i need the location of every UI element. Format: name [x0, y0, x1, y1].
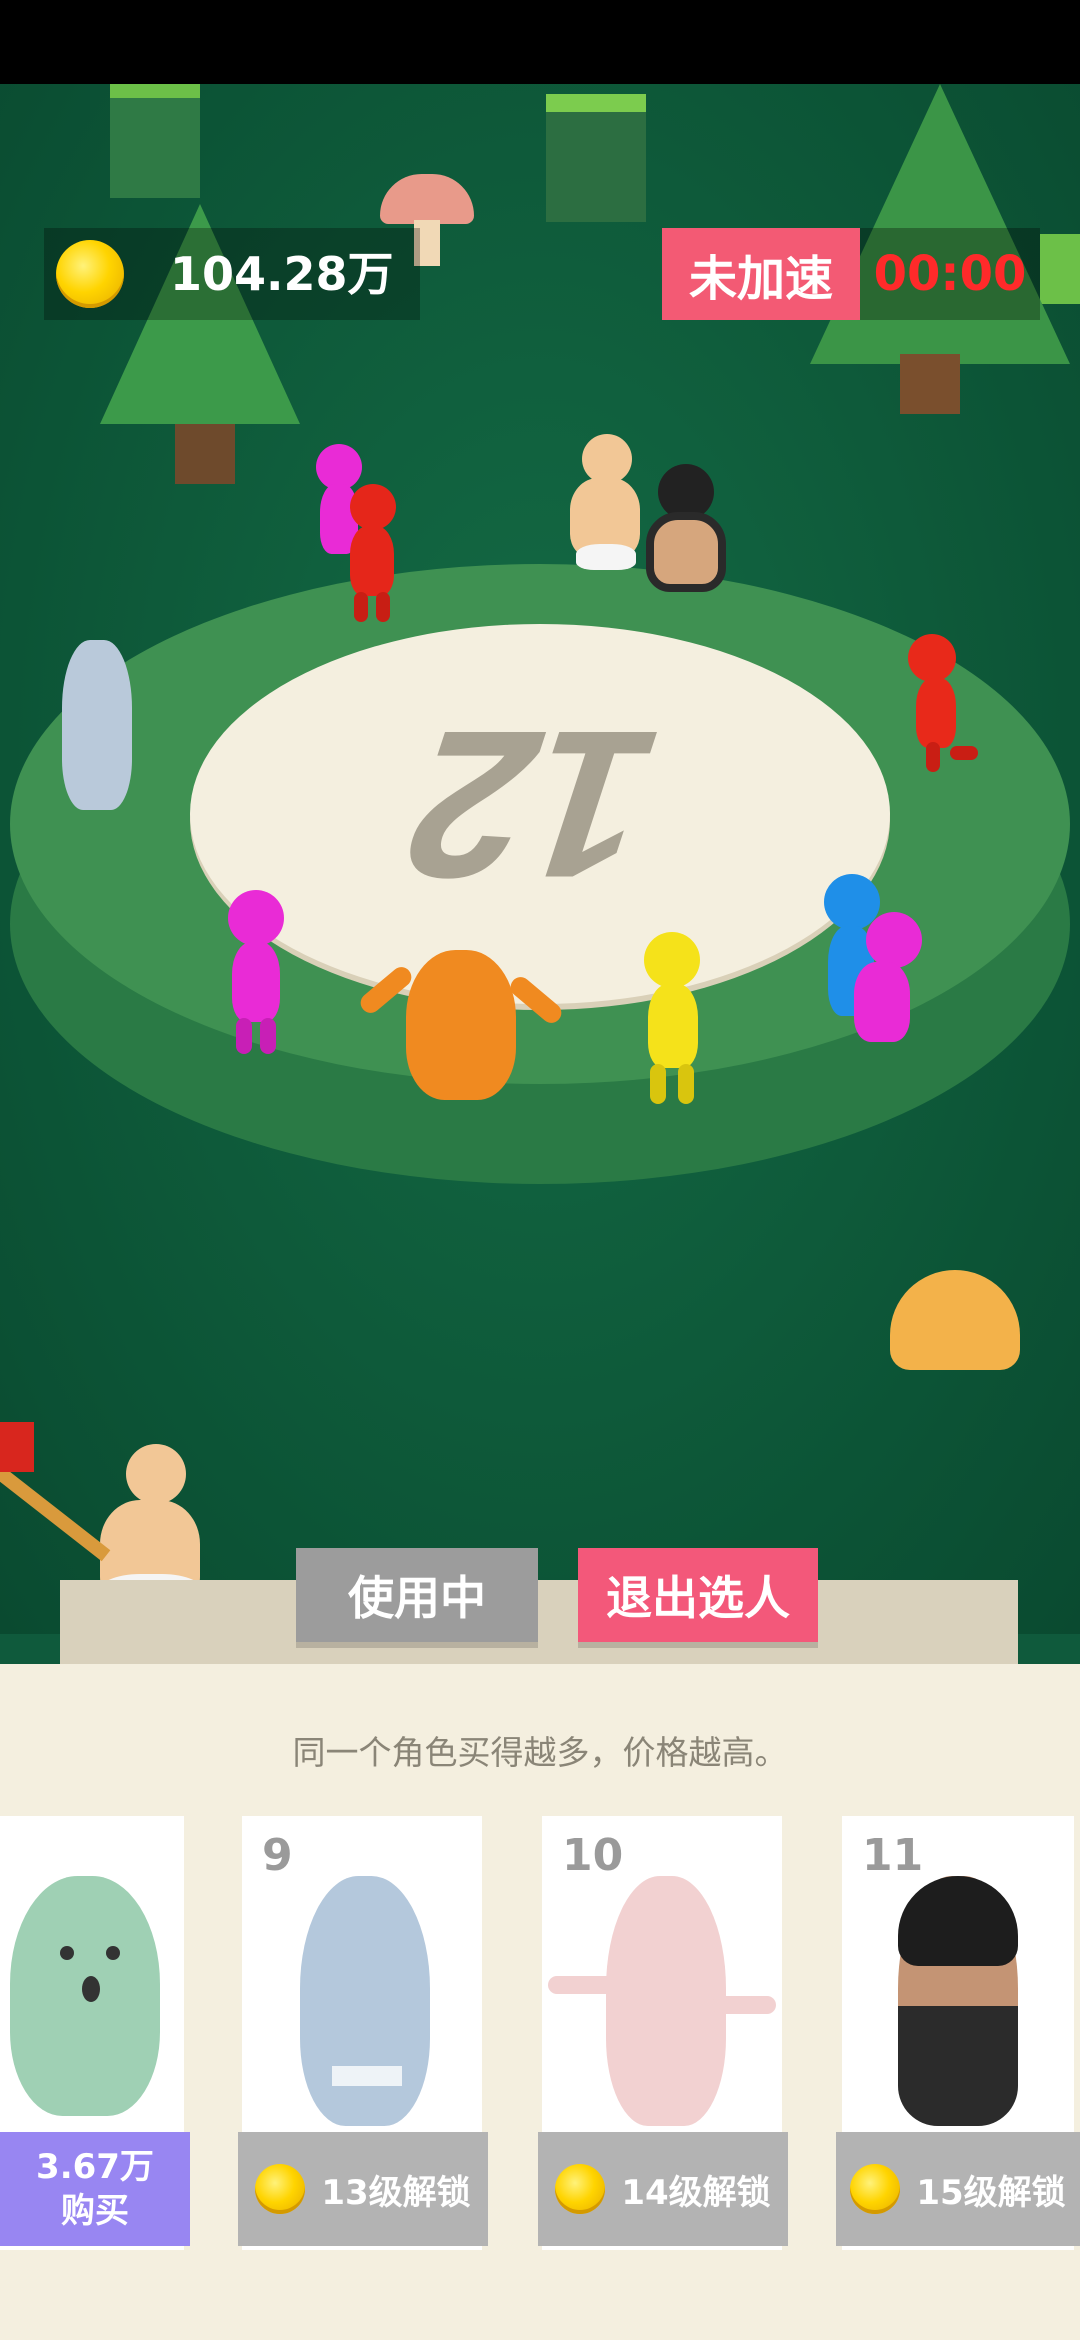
- locked-unlock-button[interactable]: 13级解锁: [238, 2132, 488, 2246]
- gold-coin-icon: [850, 2164, 901, 2214]
- blue-ghost-character: [242, 1856, 482, 2146]
- tree-trunk: [900, 354, 960, 414]
- grass-cube: [546, 94, 646, 222]
- unlock-label: 15级解锁: [916, 2172, 1066, 2213]
- masked-wrestler-character: [842, 1856, 1074, 2146]
- boost-timer: 00:00: [860, 228, 1040, 320]
- buy-price: 3.67万: [36, 2147, 154, 2187]
- status-bar: [0, 0, 1080, 84]
- locked-unlock-button[interactable]: 15级解锁: [836, 2132, 1080, 2246]
- unlock-label: 13级解锁: [321, 2172, 471, 2213]
- character-orange: [356, 950, 566, 1130]
- gold-coin-icon: [56, 240, 124, 308]
- pink-ghost-character: [542, 1856, 782, 2146]
- exit-selection-button[interactable]: 退出选人: [578, 1548, 818, 1642]
- axe-blade: [0, 1422, 34, 1472]
- green-ghost-character: [0, 1856, 184, 2146]
- mushroom-yellow: [890, 1270, 1020, 1370]
- character-blue-ghost: [58, 640, 138, 820]
- character-red: [904, 634, 984, 774]
- coin-amount: 104.28万: [170, 247, 394, 301]
- gold-coin-icon: [255, 2164, 306, 2214]
- tab-in-use[interactable]: 使用中: [296, 1548, 538, 1642]
- locked-unlock-button[interactable]: 14级解锁: [538, 2132, 788, 2246]
- character-magenta: [844, 912, 924, 1072]
- shop-hint: 同一个角色买得越多，价格越高。: [292, 1733, 788, 1772]
- tab-strip: [60, 1580, 1018, 1664]
- character-red: [336, 484, 406, 624]
- character-wrestler: [636, 464, 736, 604]
- round-number: 12: [374, 687, 685, 922]
- pine-tree: [810, 84, 1070, 364]
- character-yellow: [622, 932, 722, 1112]
- buy-button[interactable]: 3.67万 购买: [0, 2132, 190, 2246]
- unlock-label: 14级解锁: [621, 2172, 771, 2213]
- character-magenta: [218, 890, 298, 1060]
- buy-label: 购买: [61, 2191, 129, 2231]
- grass-cube: [110, 84, 200, 198]
- mushroom-red: [380, 174, 474, 224]
- gold-coin-icon: [555, 2164, 606, 2214]
- speed-boost-button[interactable]: 未加速: [662, 228, 860, 320]
- tree-trunk: [175, 424, 235, 484]
- coin-balance: 104.28万: [44, 228, 420, 320]
